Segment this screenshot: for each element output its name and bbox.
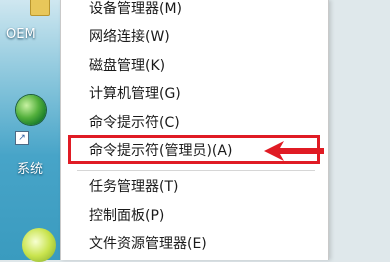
- menu-separator: [77, 170, 315, 171]
- menu-item-command-prompt[interactable]: 命令提示符(C): [89, 113, 180, 133]
- desktop: OEM ↗ 系统: [0, 0, 60, 262]
- desktop-app-icon[interactable]: [22, 228, 56, 262]
- menu-item-control-panel[interactable]: 控制面板(P): [89, 206, 164, 226]
- globe-icon[interactable]: [16, 95, 46, 125]
- menu-item-device-manager[interactable]: 设备管理器(M): [89, 0, 182, 19]
- background-area: [328, 0, 390, 260]
- shortcut-arrow-icon: ↗: [15, 131, 29, 145]
- context-menu: 设备管理器(M) 网络连接(W) 磁盘管理(K) 计算机管理(G) 命令提示符(…: [60, 0, 329, 260]
- desktop-icon-label-oem: OEM: [6, 27, 36, 42]
- menu-item-task-manager[interactable]: 任务管理器(T): [89, 177, 178, 197]
- desktop-icon-label-system: 系统: [17, 162, 44, 177]
- menu-item-file-explorer[interactable]: 文件资源管理器(E): [89, 234, 207, 254]
- menu-item-network-connections[interactable]: 网络连接(W): [89, 27, 170, 47]
- menu-item-disk-management[interactable]: 磁盘管理(K): [89, 56, 165, 76]
- menu-item-computer-management[interactable]: 计算机管理(G): [89, 84, 181, 104]
- arrow-left-icon: [264, 141, 324, 161]
- folder-icon[interactable]: [30, 0, 50, 16]
